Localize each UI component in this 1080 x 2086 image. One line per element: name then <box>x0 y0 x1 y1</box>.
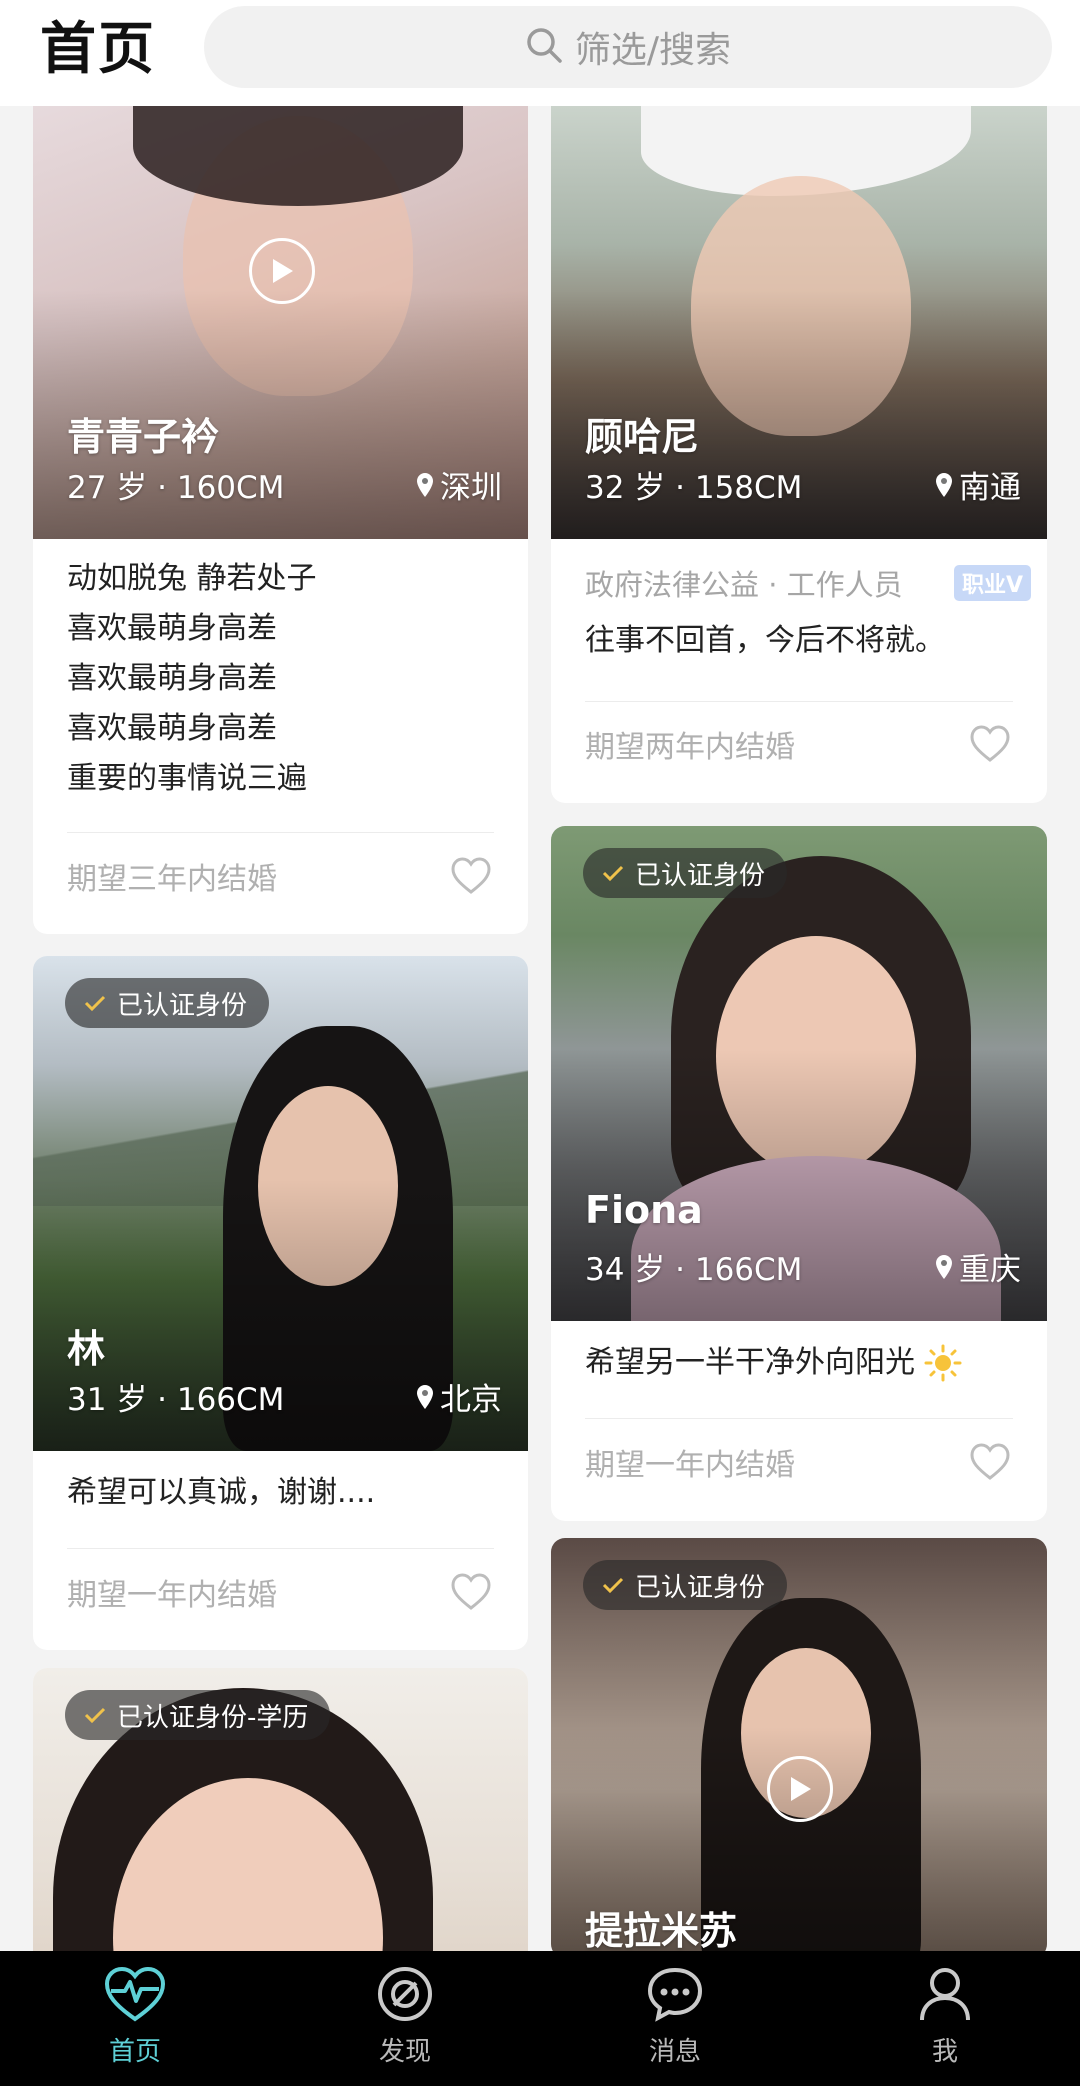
divider <box>585 701 1013 702</box>
marriage-expectation: 期望三年内结婚 <box>67 862 277 897</box>
like-heart-icon[interactable] <box>450 1572 492 1612</box>
badge-text: 已认证身份 <box>635 860 766 891</box>
profile-photo: 顾哈尼 32 岁 · 158CM 南通 <box>551 106 1047 539</box>
search-icon <box>525 26 563 68</box>
divider <box>67 832 494 833</box>
verified-badge: 已认证身份-学历 <box>65 1690 331 1740</box>
profile-photo: 已认证身份 林 31 岁 · 166CM 北京 <box>33 956 528 1451</box>
check-icon <box>602 1577 624 1594</box>
tab-me[interactable]: 我 <box>810 1951 1080 2086</box>
check-icon <box>84 1707 106 1724</box>
play-video-icon[interactable] <box>767 1756 833 1822</box>
profile-bio: 希望另一半干净外向阳光 <box>585 1338 1017 1388</box>
location-pin-icon <box>417 472 433 497</box>
profile-location: 重庆 <box>935 1244 1021 1289</box>
sun-icon <box>924 1344 962 1382</box>
tab-home[interactable]: 首页 <box>0 1951 270 2086</box>
bio-line: 喜欢最萌身高差 <box>67 661 277 696</box>
search-placeholder: 筛选/搜索 <box>574 30 732 71</box>
location-text: 北京 <box>440 1382 502 1418</box>
bio-line: 动如脱兔 静若处子 <box>67 561 317 596</box>
bio-line: 往事不回首，今后不将就。 <box>585 623 945 658</box>
profile-age-height: 32 岁 · 158CM <box>585 470 803 506</box>
badge-text: 已认证身份 <box>117 990 248 1021</box>
profile-photo: 已认证身份 Fiona 34 岁 · 166CM 重庆 <box>551 826 1047 1321</box>
profile-photo: 已认证身份 提拉米苏 <box>551 1538 1047 1951</box>
profile-name: 提拉米苏 <box>585 1909 738 1951</box>
profile-age-height: 31 岁 · 166CM <box>67 1382 285 1418</box>
check-icon <box>84 995 106 1012</box>
profile-job: 政府法律公益 · 工作人员 职业V <box>585 562 1031 604</box>
profile-location: 北京 <box>416 1374 502 1419</box>
verified-badge: 已认证身份 <box>583 848 788 898</box>
like-heart-icon[interactable] <box>450 856 492 896</box>
verified-badge: 已认证身份 <box>583 1560 788 1610</box>
job-text: 政府法律公益 · 工作人员 <box>585 568 903 602</box>
marriage-expectation: 期望一年内结婚 <box>67 1578 277 1613</box>
top-header: 首页 筛选/搜索 <box>0 0 1080 106</box>
location-text: 深圳 <box>440 470 502 506</box>
marriage-expectation: 期望两年内结婚 <box>585 730 795 765</box>
location-pin-icon <box>936 472 952 497</box>
badge-text: 已认证身份 <box>635 1572 766 1603</box>
bio-line: 喜欢最萌身高差 <box>67 711 277 746</box>
verified-badge: 已认证身份 <box>65 978 270 1028</box>
profile-photo: 青青子衿 27 岁 · 160CM 深圳 <box>33 106 528 539</box>
location-text: 南通 <box>959 470 1021 506</box>
profile-card[interactable]: 青青子衿 27 岁 · 160CM 深圳 动如脱兔 静若处子 喜欢最萌身高差 喜… <box>33 106 528 934</box>
profile-bio: 希望可以真诚，谢谢.... <box>67 1468 498 1518</box>
like-heart-icon[interactable] <box>969 1442 1011 1482</box>
profile-card[interactable]: 已认证身份 林 31 岁 · 166CM 北京 希望可以真诚，谢谢.... 期望… <box>33 956 528 1650</box>
profile-name: 林 <box>67 1327 106 1371</box>
profile-age-height: 27 岁 · 160CM <box>67 470 285 506</box>
tab-label: 消息 <box>648 2037 701 2067</box>
marriage-expectation: 期望一年内结婚 <box>585 1448 795 1483</box>
job-verified-tag: 职业V <box>953 565 1031 601</box>
heart-pulse-icon <box>104 1966 166 2022</box>
profile-bio: 动如脱兔 静若处子 喜欢最萌身高差 喜欢最萌身高差 喜欢最萌身高差 重要的事情说… <box>67 554 498 804</box>
profile-name: Fiona <box>585 1188 703 1232</box>
tab-messages[interactable]: 消息 <box>540 1951 810 2086</box>
badge-text: 已认证身份-学历 <box>117 1702 309 1733</box>
profile-card[interactable]: 顾哈尼 32 岁 · 158CM 南通 政府法律公益 · 工作人员 职业V 往事… <box>551 106 1047 803</box>
profile-name: 顾哈尼 <box>585 415 700 459</box>
profile-feed[interactable]: 青青子衿 27 岁 · 160CM 深圳 动如脱兔 静若处子 喜欢最萌身高差 喜… <box>0 106 1080 1951</box>
check-icon <box>602 865 624 882</box>
message-icon <box>647 1967 703 2022</box>
profile-location: 深圳 <box>416 462 502 507</box>
profile-icon <box>920 1968 970 2021</box>
profile-location: 南通 <box>935 462 1021 507</box>
search-bar[interactable]: 筛选/搜索 <box>204 6 1052 88</box>
page-title: 首页 <box>40 17 156 82</box>
discover-icon <box>378 1967 432 2021</box>
bio-line: 喜欢最萌身高差 <box>67 611 277 646</box>
divider <box>585 1418 1013 1419</box>
profile-name: 青青子衿 <box>67 415 220 459</box>
profile-card[interactable]: 已认证身份 Fiona 34 岁 · 166CM 重庆 希望另一半干净外向阳光 … <box>551 826 1047 1521</box>
location-pin-icon <box>936 1254 952 1279</box>
bio-line: 重要的事情说三遍 <box>67 761 307 796</box>
like-heart-icon[interactable] <box>969 724 1011 764</box>
tab-label: 我 <box>931 2037 958 2067</box>
profile-card[interactable]: 已认证身份 提拉米苏 <box>551 1538 1047 1951</box>
location-text: 重庆 <box>959 1252 1021 1288</box>
location-pin-icon <box>417 1384 433 1409</box>
tab-label: 首页 <box>108 2037 161 2067</box>
profile-bio: 往事不回首，今后不将就。 <box>585 616 1017 666</box>
profile-card[interactable]: 已认证身份-学历 <box>33 1668 528 1951</box>
profile-age-height: 34 岁 · 166CM <box>585 1252 803 1288</box>
divider <box>67 1548 494 1549</box>
bottom-tab-bar: 首页 发现 消息 我 <box>0 1951 1080 2086</box>
profile-photo: 已认证身份-学历 <box>33 1668 528 1951</box>
play-video-icon[interactable] <box>249 238 315 304</box>
tab-label: 发现 <box>378 2037 431 2067</box>
bio-line: 希望可以真诚，谢谢.... <box>67 1475 376 1510</box>
bio-line: 希望另一半干净外向阳光 <box>585 1345 915 1380</box>
tab-discover[interactable]: 发现 <box>270 1951 540 2086</box>
